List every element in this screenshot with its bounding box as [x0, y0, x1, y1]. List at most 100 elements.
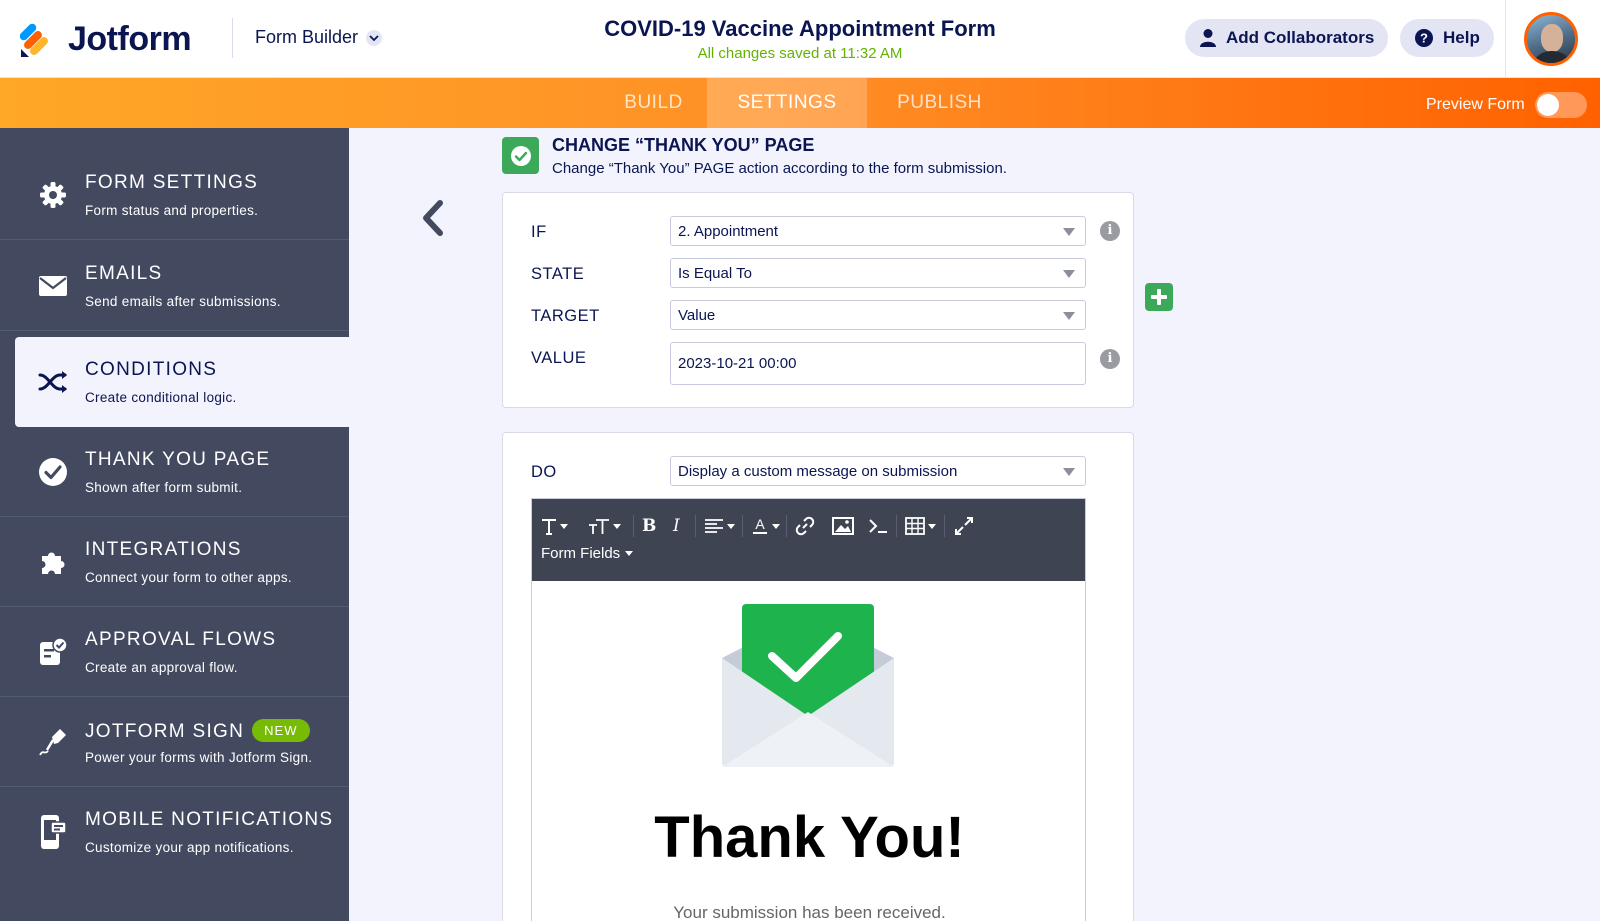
svg-text:?: ? [1420, 31, 1428, 46]
sidebar-item-form-settings[interactable]: FORM SETTINGS Form status and properties… [0, 150, 349, 240]
target-select[interactable]: Value [670, 300, 1086, 330]
tab-settings[interactable]: SETTINGS [707, 78, 867, 128]
sidebar-item-subtitle: Power your forms with Jotform Sign. [85, 750, 313, 765]
toggle-knob [1536, 94, 1559, 116]
builder-navbar: BUILD SETTINGS PUBLISH Preview Form [0, 78, 1600, 128]
tab-build[interactable]: BUILD [600, 78, 707, 128]
info-icon[interactable]: i [1100, 349, 1120, 369]
sidebar-item-subtitle: Create conditional logic. [85, 390, 237, 405]
approval-icon [38, 637, 68, 667]
back-arrow-icon[interactable] [418, 198, 448, 238]
sidebar-item-emails[interactable]: EMAILS Send emails after submissions. [0, 241, 349, 331]
puzzle-icon [38, 547, 68, 577]
form-fields-dropdown[interactable]: Form Fields [541, 545, 634, 562]
sidebar-item-jotform-sign[interactable]: JOTFORM SIGN NEW Power your forms with Jo… [0, 697, 349, 787]
target-value: Value [678, 307, 716, 324]
header-divider [232, 18, 233, 58]
italic-icon[interactable]: I [673, 514, 680, 538]
target-label: TARGET [531, 307, 600, 325]
caret-down-icon [1063, 228, 1075, 236]
table-icon [905, 517, 925, 535]
condition-do-card: DO Display a custom message on submissio… [502, 432, 1134, 921]
logo-text: Jotform [68, 20, 192, 58]
add-collaborators-button[interactable]: Add Collaborators [1185, 19, 1389, 57]
sidebar-item-title-text: JOTFORM SIGN [85, 721, 245, 742]
sidebar-item-integrations[interactable]: INTEGRATIONS Connect your form to other … [0, 517, 349, 607]
editor-toolbar: B I A Form Fields [532, 499, 1085, 581]
add-collaborators-label: Add Collaborators [1226, 28, 1375, 47]
help-button[interactable]: ? Help [1400, 19, 1494, 57]
font-size-button[interactable] [588, 514, 621, 538]
sidebar-item-subtitle: Create an approval flow. [85, 660, 238, 675]
sidebar-item-title: FORM SETTINGS [85, 172, 259, 193]
sidebar-item-title: CONDITIONS [85, 359, 218, 380]
value-input[interactable]: 2023-10-21 00:00 [670, 342, 1086, 385]
sidebar-item-approval-flows[interactable]: APPROVAL FLOWS Create an approval flow. [0, 607, 349, 697]
sidebar-item-subtitle: Send emails after submissions. [85, 294, 281, 309]
rich-text-editor: B I A Form Fields Thank You! Your submis… [531, 498, 1086, 921]
avatar[interactable] [1524, 12, 1578, 66]
sidebar-item-conditions[interactable]: CONDITIONS Create conditional logic. [15, 337, 349, 427]
align-button[interactable] [704, 514, 735, 538]
align-left-icon [705, 519, 723, 533]
gear-icon [38, 180, 68, 210]
sidebar-item-title: INTEGRATIONS [85, 539, 242, 560]
sidebar-item-title: EMAILS [85, 263, 163, 284]
state-select[interactable]: Is Equal To [670, 258, 1086, 288]
form-builder-dropdown[interactable]: Form Builder [255, 27, 383, 48]
fullscreen-icon[interactable] [954, 514, 974, 538]
sidebar-item-title: APPROVAL FLOWS [85, 629, 277, 650]
top-header: Jotform Form Builder COVID-19 Vaccine Ap… [0, 0, 1600, 78]
caret-down-icon [1063, 312, 1075, 320]
info-icon[interactable]: i [1100, 221, 1120, 241]
sidebar-item-subtitle: Form status and properties. [85, 203, 259, 218]
do-action-select[interactable]: Display a custom message on submission [670, 456, 1086, 486]
preview-form-label: Preview Form [1426, 96, 1525, 113]
font-icon [542, 519, 556, 535]
dropdown-caret-icon [727, 523, 735, 529]
mobile-icon [38, 815, 68, 849]
text-color-button[interactable]: A [751, 514, 780, 538]
font-family-button[interactable] [541, 514, 568, 538]
caret-down-icon [1063, 468, 1075, 476]
sidebar-item-title: THANK YOU PAGE [85, 449, 271, 470]
link-icon[interactable] [795, 514, 815, 538]
chevron-down-icon [366, 29, 383, 46]
thank-you-heading[interactable]: Thank You! [532, 804, 1085, 871]
dropdown-caret-icon [560, 523, 568, 529]
form-title[interactable]: COVID-19 Vaccine Appointment Form [500, 16, 1100, 42]
user-icon [1199, 28, 1217, 48]
condition-check-icon [502, 137, 539, 174]
if-label: IF [531, 223, 547, 241]
code-icon[interactable] [868, 514, 888, 538]
sidebar-item-mobile-notifications[interactable]: MOBILE NOTIFICATIONS Customize your app … [0, 787, 349, 877]
image-icon[interactable] [832, 514, 854, 538]
sidebar-item-title: MOBILE NOTIFICATIONS [85, 809, 334, 830]
state-label: STATE [531, 265, 585, 283]
jotform-logo[interactable]: Jotform [19, 20, 192, 59]
header-divider-right [1505, 0, 1506, 78]
bold-icon[interactable]: B [642, 514, 656, 538]
tab-publish[interactable]: PUBLISH [867, 78, 1012, 128]
svg-text:A: A [755, 516, 765, 532]
logo-mark-icon [19, 22, 54, 58]
envelope-icon [38, 271, 68, 301]
preview-form-toggle[interactable] [1534, 92, 1587, 118]
toolbar-separator [695, 515, 696, 537]
sidebar-item-thank-you-page[interactable]: THANK YOU PAGE Shown after form submit. [0, 427, 349, 517]
new-badge: NEW [252, 719, 310, 742]
text-color-icon: A [753, 516, 767, 534]
table-button[interactable] [905, 514, 936, 538]
thank-you-message[interactable]: Your submission has been received. [532, 903, 1085, 921]
avatar-body [1531, 51, 1573, 63]
preview-form: Preview Form [1426, 92, 1587, 118]
form-fields-label: Form Fields [541, 545, 621, 562]
check-circle-icon [38, 457, 68, 487]
question-icon: ? [1414, 28, 1434, 48]
form-title-area: COVID-19 Vaccine Appointment Form All ch… [500, 16, 1100, 62]
dropdown-caret-icon [772, 523, 780, 529]
add-condition-button[interactable] [1145, 283, 1173, 311]
pen-icon [38, 727, 68, 757]
toolbar-separator [896, 515, 897, 537]
if-field-select[interactable]: 2. Appointment [670, 216, 1086, 246]
